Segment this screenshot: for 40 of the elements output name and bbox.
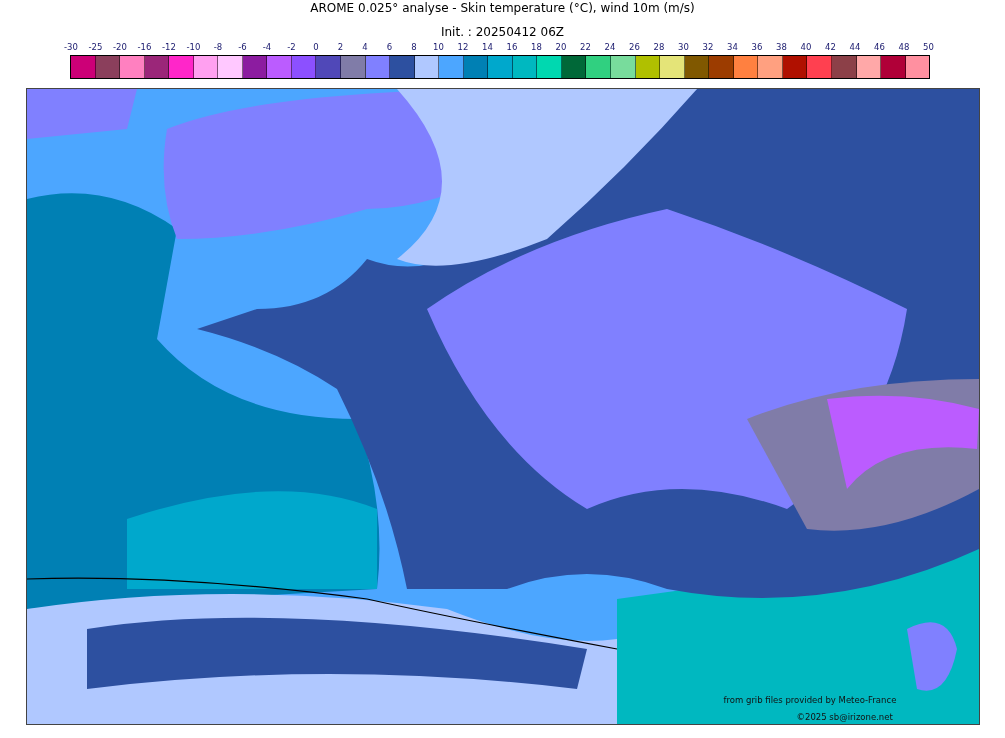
colorbar-label: 24 xyxy=(603,41,617,53)
colorbar-label: -6 xyxy=(237,41,248,53)
chart-title: AROME 0.025° analyse - Skin temperature (°C), wind 10m (m/s) xyxy=(310,1,695,16)
colorbar-label: 38 xyxy=(775,41,788,53)
init-time: Init. : 20250412 06Z xyxy=(440,25,565,40)
copyright-credit: ©2025 sb@irizone.net xyxy=(796,712,893,722)
colorbar-label: -25 xyxy=(87,41,104,53)
colorbar-label: 16 xyxy=(505,41,519,53)
colorbar-label: 44 xyxy=(848,41,862,53)
colorbar-label: -16 xyxy=(136,41,153,53)
colorbar-label: 26 xyxy=(628,41,641,53)
colorbar-label: -30 xyxy=(63,41,79,53)
colorbar-label: -2 xyxy=(286,41,297,53)
colorbar-label: 8 xyxy=(410,41,418,53)
colorbar-label: 10 xyxy=(432,41,445,53)
colorbar-label: -12 xyxy=(161,41,177,53)
colorbar-label: 34 xyxy=(726,41,739,53)
colorbar-label: 2 xyxy=(336,41,345,53)
colorbar-label: 32 xyxy=(701,41,715,53)
data-source-credit: from grib files provided by Meteo-France xyxy=(723,695,897,705)
colorbar-label: -4 xyxy=(261,41,273,53)
colorbar-label: 6 xyxy=(385,41,394,53)
colorbar-label: 0 xyxy=(312,41,320,53)
colorbar-label: 30 xyxy=(677,41,690,53)
colorbar-label: 48 xyxy=(897,41,911,53)
colorbar-label: 4 xyxy=(361,41,369,53)
colorbar-label: 18 xyxy=(530,41,543,53)
colorbar-label: 36 xyxy=(750,41,764,53)
colorbar-label: -10 xyxy=(185,41,202,53)
colorbar-label: 40 xyxy=(799,41,813,53)
colorbar-label: -8 xyxy=(212,41,224,53)
colorbar-label: 14 xyxy=(481,41,494,53)
colorbar-label: 50 xyxy=(922,41,935,53)
colorbar-label: 20 xyxy=(554,41,568,53)
colorbar-label: 42 xyxy=(824,41,837,53)
colorbar-label: 12 xyxy=(456,41,470,53)
colorbar-label: 28 xyxy=(652,41,666,53)
colorbar-label: 22 xyxy=(579,41,592,53)
colorbar-label: 46 xyxy=(873,41,886,53)
colorbar-label: -20 xyxy=(112,41,128,53)
